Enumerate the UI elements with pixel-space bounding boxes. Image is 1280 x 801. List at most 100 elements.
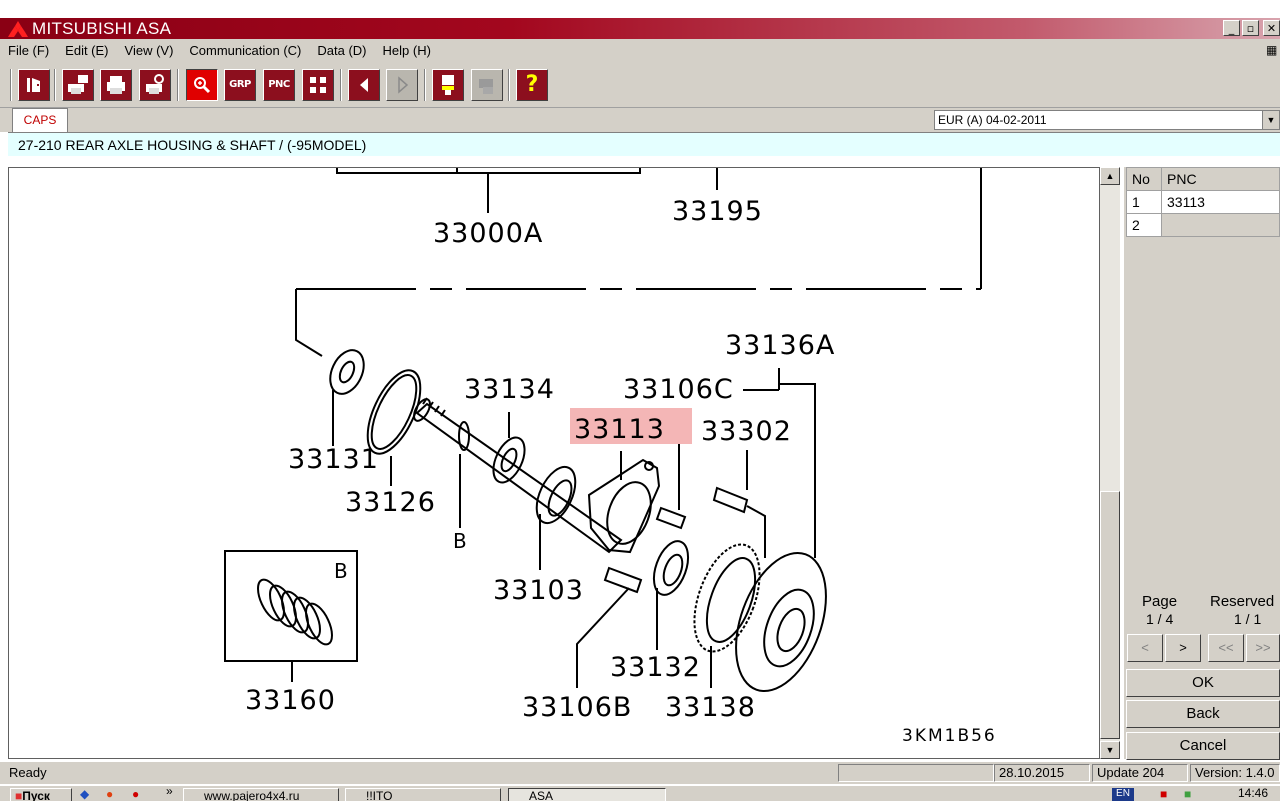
- order-list-icon: [442, 75, 454, 95]
- title-bar: MITSUBISHI ASA _ ▫ ✕: [0, 18, 1280, 39]
- taskbar: ■Пуск ◆ ● ● » www.pajero4x4.ru !!ITO ASA…: [0, 785, 1280, 801]
- pnc-button[interactable]: PNC: [263, 69, 295, 101]
- toolbar-separator: [54, 69, 56, 101]
- label-33138[interactable]: 33138: [665, 692, 756, 723]
- label-33113[interactable]: 33113: [574, 414, 665, 445]
- thumbnail-button[interactable]: [302, 69, 334, 101]
- row-no: 2: [1126, 213, 1162, 237]
- menu-file[interactable]: File (F): [0, 39, 57, 58]
- scroll-down-button[interactable]: ▼: [1100, 741, 1120, 759]
- caps-row: CAPS EUR (A) 04-02-2011 ▼: [0, 108, 1280, 132]
- menu-help[interactable]: Help (H): [375, 39, 439, 58]
- label-33000A[interactable]: 33000A: [433, 218, 543, 249]
- reserved-value: 1 / 1: [1234, 611, 1262, 627]
- label-33106C[interactable]: 33106C: [623, 374, 734, 405]
- toolbar-separator: [177, 69, 179, 101]
- toolbar-grip: [10, 69, 12, 101]
- minimize-button[interactable]: _: [1223, 20, 1240, 36]
- toolbar-separator: [340, 69, 342, 101]
- chevron-down-icon[interactable]: ▼: [1262, 111, 1279, 129]
- label-33134[interactable]: 33134: [464, 374, 555, 405]
- label-33132[interactable]: 33132: [610, 652, 701, 683]
- toolbar-separator: [508, 69, 510, 101]
- label-33302[interactable]: 33302: [701, 416, 792, 447]
- ok-button[interactable]: OK: [1126, 669, 1280, 697]
- print-button[interactable]: [100, 69, 132, 101]
- label-33131[interactable]: 33131: [288, 444, 379, 475]
- grp-label: GRP: [229, 79, 251, 90]
- question-icon: ?: [525, 72, 539, 97]
- status-update: Update 204: [1092, 764, 1188, 782]
- row-no: 1: [1126, 190, 1162, 214]
- label-33106B[interactable]: 33106B: [522, 692, 632, 723]
- exploded-view-drawing: 33000A 33195 33136A 33134 33106C 33113 3…: [224, 168, 995, 746]
- page-value: 1 / 4: [1146, 611, 1174, 627]
- task-browser[interactable]: www.pajero4x4.ru: [183, 788, 339, 801]
- col-no-header: No: [1126, 167, 1162, 191]
- pnc-label: PNC: [268, 79, 290, 90]
- toolbar: GRP PNC ?: [0, 63, 1280, 108]
- prev-page-button[interactable]: <: [1127, 634, 1163, 662]
- group-title: 27-210 REAR AXLE HOUSING & SHAFT / (-95M…: [8, 132, 1280, 156]
- label-33160[interactable]: 33160: [245, 685, 336, 716]
- task-folder[interactable]: !!ITO: [345, 788, 501, 801]
- grp-button[interactable]: GRP: [224, 69, 256, 101]
- browser-icon[interactable]: ●: [106, 787, 113, 801]
- opera-icon[interactable]: ●: [132, 787, 139, 801]
- start-button[interactable]: ■Пуск: [10, 788, 72, 801]
- first-page-button[interactable]: <<: [1208, 634, 1244, 662]
- label-33126[interactable]: 33126: [345, 487, 436, 518]
- label-B[interactable]: B: [453, 529, 468, 553]
- next-button[interactable]: [386, 69, 418, 101]
- start-label: Пуск: [22, 789, 50, 801]
- import-button[interactable]: [471, 69, 503, 101]
- label-33103[interactable]: 33103: [493, 575, 584, 606]
- print-preview-icon: [146, 74, 164, 94]
- cancel-button[interactable]: Cancel: [1126, 732, 1280, 760]
- next-page-button[interactable]: >: [1165, 634, 1201, 662]
- mdi-icon[interactable]: ▦: [1266, 43, 1277, 57]
- scroll-thumb[interactable]: [1100, 491, 1120, 739]
- print-list-button[interactable]: [62, 69, 94, 101]
- label-33136A[interactable]: 33136A: [725, 330, 835, 361]
- toolbar-separator: [424, 69, 426, 101]
- language-indicator[interactable]: EN: [1112, 788, 1134, 801]
- exit-button[interactable]: [18, 69, 50, 101]
- reserved-label: Reserved: [1210, 593, 1275, 610]
- close-button[interactable]: ✕: [1263, 20, 1280, 36]
- quicklaunch-more[interactable]: »: [166, 786, 173, 798]
- zoom-button[interactable]: [186, 69, 218, 101]
- print-screen-icon: [68, 75, 88, 94]
- window-title: MITSUBISHI ASA: [32, 19, 172, 38]
- table-row[interactable]: 2: [1126, 213, 1280, 237]
- menu-communication[interactable]: Communication (C): [181, 39, 309, 58]
- restore-button[interactable]: ▫: [1242, 20, 1259, 36]
- previous-button[interactable]: [348, 69, 380, 101]
- print-preview-button[interactable]: [139, 69, 171, 101]
- caps-tab[interactable]: CAPS: [12, 108, 68, 132]
- tray-icon[interactable]: ■: [1160, 787, 1167, 801]
- menu-edit[interactable]: Edit (E): [57, 39, 116, 58]
- menu-view[interactable]: View (V): [117, 39, 182, 58]
- task-asa[interactable]: ASA: [508, 788, 666, 801]
- row-pnc: 33113: [1161, 190, 1280, 214]
- status-panel-empty: [838, 764, 994, 782]
- menu-data[interactable]: Data (D): [309, 39, 374, 58]
- mitsubishi-logo-icon: [8, 21, 28, 37]
- back-button[interactable]: Back: [1126, 700, 1280, 728]
- last-page-button[interactable]: >>: [1246, 634, 1280, 662]
- diagram-scrollbar[interactable]: ▲ ▼: [1100, 167, 1120, 759]
- quicklaunch-icon[interactable]: ◆: [80, 787, 89, 801]
- order-button[interactable]: [432, 69, 464, 101]
- scroll-up-button[interactable]: ▲: [1100, 167, 1120, 185]
- tray-icon[interactable]: ■: [1184, 787, 1191, 801]
- clock: 14:46: [1238, 786, 1269, 800]
- parts-diagram[interactable]: 33000A 33195 33136A 33134 33106C 33113 3…: [8, 167, 1100, 759]
- status-text: Ready: [9, 765, 47, 780]
- pnc-panel: No PNC 1 33113 2 Page 1 / 4 Reserved 1 /…: [1124, 167, 1280, 760]
- label-33195[interactable]: 33195: [672, 196, 763, 227]
- catalog-select[interactable]: EUR (A) 04-02-2011 ▼: [934, 110, 1280, 130]
- inset-label-B: B: [334, 559, 349, 583]
- help-button[interactable]: ?: [516, 69, 548, 101]
- table-row[interactable]: 1 33113: [1126, 190, 1280, 214]
